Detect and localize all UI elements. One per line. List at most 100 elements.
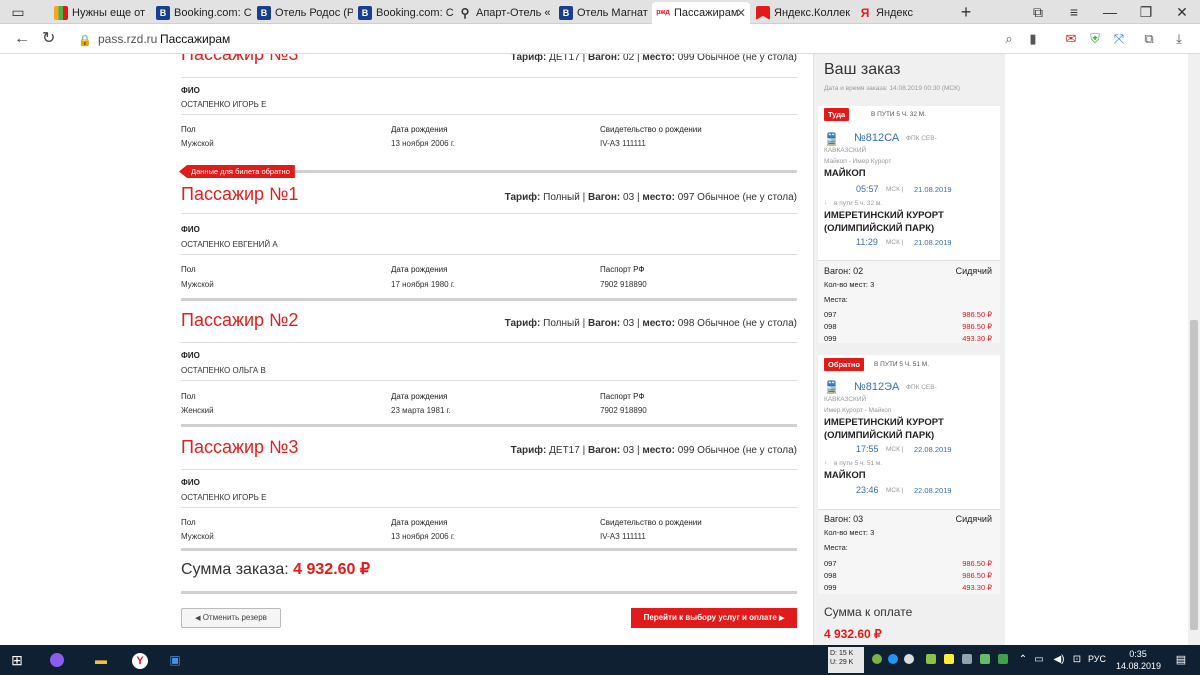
train-number[interactable]: №812ЭА xyxy=(854,381,899,393)
seat-price: 986.50 ₽ xyxy=(962,322,992,331)
new-tab-icon[interactable]: + xyxy=(958,3,974,21)
tab-6-active[interactable]: ржд Пассажирам ✕ xyxy=(652,2,750,24)
tab-8[interactable]: Я Яндекс xyxy=(854,2,944,24)
tab-1[interactable]: B Booking.com: С xyxy=(152,2,252,24)
departure-time: 05:57 xyxy=(856,184,879,194)
seat-number: 099 xyxy=(824,334,837,343)
carrier: ФПК СЕВ- xyxy=(906,135,937,142)
doc-label: Свидетельство о рождении xyxy=(600,125,702,134)
fio-label: ФИО xyxy=(181,86,200,95)
cancel-reservation-button[interactable]: ◀ Отменить резерв xyxy=(181,608,281,628)
tray-app-icon[interactable] xyxy=(904,654,914,664)
passenger-title: Пассажир №3 xyxy=(181,437,299,457)
divider xyxy=(181,254,797,255)
language-indicator[interactable]: РУС xyxy=(1088,654,1106,664)
yandex-collections-icon xyxy=(756,6,770,20)
dob-label: Дата рождения xyxy=(391,392,448,401)
dob-value: 13 ноября 2006 г. xyxy=(391,139,455,148)
download-icon[interactable]: ⤓ xyxy=(1170,30,1188,48)
wagon-class: Сидячий xyxy=(955,266,992,276)
from-station: МАЙКОП xyxy=(824,168,866,179)
passenger-tariff: Тариф: Полный | Вагон: 03 | место: 098 О… xyxy=(504,318,797,329)
leg-duration: В ПУТИ 5 Ч. 32 М. xyxy=(871,111,927,118)
tab-5[interactable]: B Отель Магнат xyxy=(555,2,650,24)
bookmark-icon[interactable]: ▮ xyxy=(1024,30,1042,48)
file-explorer-icon[interactable]: ▬ xyxy=(92,651,110,669)
windows-start-icon[interactable]: ⊞ xyxy=(8,651,26,669)
network-icon[interactable]: ▭ xyxy=(1030,651,1048,669)
arrival-time: 23:46 xyxy=(856,485,879,495)
tab-0[interactable]: Нужны еще от xyxy=(50,2,150,24)
windows-taskbar: ⊞ ▬ Y ▣ D: 15 K U: 29 K ⌃ ▭ ◀) ⊡ РУС 0:3… xyxy=(0,645,1200,675)
tray-app-icon[interactable] xyxy=(998,654,1008,664)
notifications-icon[interactable]: ▤ xyxy=(1172,651,1190,669)
doc-value: IV-АЗ 111111 xyxy=(600,139,646,148)
tab-bar: ▭ Нужны еще от B Booking.com: С B Отель … xyxy=(0,0,1200,24)
carrier: ФПК СЕВ- xyxy=(906,384,937,391)
page-scrollbar[interactable] xyxy=(1188,54,1200,645)
restore-icon[interactable]: ❐ xyxy=(1138,4,1154,20)
minimize-icon[interactable]: — xyxy=(1102,4,1118,20)
leg-card-outbound: Туда В ПУТИ 5 Ч. 32 М. 🚆 №812СА ФПК СЕВ-… xyxy=(818,106,1000,266)
seat-number: 099 xyxy=(824,583,837,592)
tab-7[interactable]: Яндекс.Коллек xyxy=(752,2,852,24)
arrow-down-icon: ↓ xyxy=(824,199,828,206)
tray-app-icon[interactable] xyxy=(944,654,954,664)
translate-icon[interactable]: ⤧ xyxy=(1110,30,1128,48)
protect-shield-icon[interactable]: ⛨ xyxy=(1086,30,1104,48)
tab-2[interactable]: B Отель Родос (Р xyxy=(253,2,353,24)
tabs-panel-icon[interactable]: ▭ xyxy=(10,4,26,20)
bookmarks-icon[interactable]: ⧉ xyxy=(1030,4,1046,20)
tray-app-icon[interactable] xyxy=(888,654,898,664)
yandex-browser-icon[interactable]: Y xyxy=(132,653,148,669)
page-content: Пассажир №3 Тариф: ДЕТ17 | Вагон: 02 | м… xyxy=(0,54,1200,645)
sidebar-title: Ваш заказ xyxy=(824,61,901,78)
doc-value: 7902 918890 xyxy=(600,280,647,289)
dob-value: 13 ноября 2006 г. xyxy=(391,532,455,541)
tab-3[interactable]: B Booking.com: С xyxy=(354,2,454,24)
fio-label: ФИО xyxy=(181,225,200,234)
extensions-icon[interactable]: ⧉ xyxy=(1140,30,1158,48)
search-icon[interactable]: ⌕ xyxy=(1000,30,1018,48)
tray-app-icon[interactable] xyxy=(980,654,990,664)
carrier: КАВКАЗСКИЙ xyxy=(824,396,867,403)
booking-icon: B xyxy=(156,6,170,20)
to-station: МАЙКОП xyxy=(824,470,866,481)
language-icon[interactable]: ⊡ xyxy=(1068,651,1086,669)
train-number[interactable]: №812СА xyxy=(854,132,899,144)
tab-4[interactable]: ⚲ Апарт-Отель « xyxy=(454,2,554,24)
divider xyxy=(181,469,797,470)
save-icon[interactable]: ▣ xyxy=(166,651,184,669)
direction-badge: Туда xyxy=(824,108,850,121)
from-station: ИМЕРЕТИНСКИЙ КУРОРТ xyxy=(824,417,944,428)
gender-label: Пол xyxy=(181,125,196,134)
volume-icon[interactable]: ◀) xyxy=(1050,651,1068,669)
menu-icon[interactable]: ≡ xyxy=(1066,4,1082,20)
tray-app-icon[interactable] xyxy=(962,654,972,664)
url-text[interactable]: pass.rzd.ru xyxy=(98,32,157,46)
in-way: в пути 5 ч. 51 м. xyxy=(834,460,883,467)
seat-number: 098 xyxy=(824,571,837,580)
reload-icon[interactable]: ↻ xyxy=(42,30,55,48)
order-total-value: 4 932.60 ₽ xyxy=(293,561,371,578)
clock-date: 14.08.2019 xyxy=(1116,661,1162,671)
departure-date: 21.08.2019 xyxy=(914,185,952,194)
gender-value: Мужской xyxy=(181,280,214,289)
alice-icon[interactable] xyxy=(50,653,64,667)
scrollbar-thumb[interactable] xyxy=(1190,320,1198,630)
tray-app-icon[interactable] xyxy=(872,654,882,664)
back-icon[interactable]: ← xyxy=(14,30,30,48)
map-pin-icon: ⚲ xyxy=(460,6,470,20)
gender-value: Мужской xyxy=(181,139,214,148)
close-tab-icon[interactable]: ✕ xyxy=(736,2,746,24)
to-station: ИМЕРЕТИНСКИЙ КУРОРТ xyxy=(824,210,944,221)
proceed-to-payment-button[interactable]: Перейти к выбору услуг и оплате ▶ xyxy=(631,608,797,628)
tray-app-icon[interactable] xyxy=(926,654,936,664)
doc-value: IV-АЗ 111111 xyxy=(600,532,646,541)
seats-label: Места: xyxy=(824,543,848,552)
clock-time: 0:35 xyxy=(1129,649,1147,659)
leg-card-return: Обратно В ПУТИ 5 Ч. 51 М. 🚆 №812ЭА ФПК С… xyxy=(818,355,1000,511)
clock[interactable]: 0:35 14.08.2019 xyxy=(1116,648,1162,672)
close-window-icon[interactable]: ✕ xyxy=(1174,4,1190,20)
mail-icon[interactable]: ✉ xyxy=(1062,30,1080,48)
